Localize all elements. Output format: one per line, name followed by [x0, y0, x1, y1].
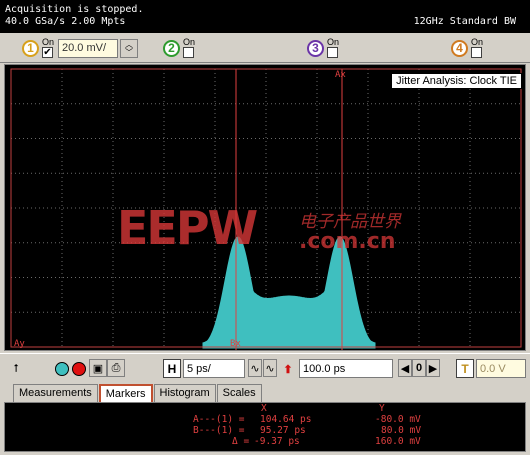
marker-ay-label: Ay — [14, 339, 25, 349]
eepw-watermark: EEPW 电子产品世界 .com.cn — [117, 201, 401, 255]
marker-a-label: A---(1) = — [193, 414, 245, 425]
tab-scales[interactable]: Scales — [216, 384, 262, 402]
channel-4-controls: 4 On — [451, 37, 483, 59]
acquisition-status: Acquisition is stopped. — [5, 4, 144, 15]
delay-zero-button[interactable]: 0 — [412, 359, 426, 377]
tab-markers[interactable]: Markers — [98, 384, 153, 402]
marker-b-label: B---(1) = — [193, 425, 245, 436]
tab-measurements[interactable]: Measurements — [13, 384, 98, 402]
channel-4-badge[interactable]: 4 — [451, 39, 468, 57]
tab-histogram[interactable]: Histogram — [153, 384, 216, 402]
markers-col-x: X — [261, 403, 267, 414]
channel-1-checkbox[interactable]: ✔ — [42, 47, 53, 58]
channel-1-scale-spinner[interactable]: ︿ ﹀ — [120, 38, 139, 58]
channel-1-scale-field[interactable]: 20.0 mV/ — [58, 38, 119, 58]
print-button[interactable]: ⎙ — [107, 359, 125, 377]
channel-2-badge[interactable]: 2 — [163, 39, 180, 57]
timebase-coarse-button[interactable]: ∿ — [263, 359, 277, 377]
run-icon — [55, 362, 69, 376]
marker-a-x: 104.64 ps — [260, 414, 312, 425]
trigger-level-field[interactable]: 0.0 V — [476, 359, 526, 378]
channel-bar: 1 On ✔ 20.0 mV/ ︿ ﹀ 2 On 3 On 4 On — [0, 33, 530, 63]
channel-2-controls: 2 On — [163, 37, 195, 59]
arrow-up-icon[interactable]: ⭡ — [10, 359, 22, 379]
waveform-display[interactable]: Ax Ay Bx Jitter Analysis: Clock TIE EEPW… — [4, 64, 526, 351]
waveform-graticule — [10, 68, 522, 350]
delay-right-button[interactable]: ▶ — [426, 359, 440, 377]
delay-left-button[interactable]: ◀ — [398, 359, 412, 377]
marker-delta-label: Δ = — [232, 436, 250, 447]
run-button[interactable] — [55, 359, 69, 379]
bandwidth-readout: 12GHz Standard BW — [413, 16, 516, 27]
marker-bx-label: Bx — [230, 339, 241, 349]
trigger-t-button[interactable]: T — [456, 359, 474, 378]
channel-3-controls: 3 On — [307, 37, 339, 59]
delay-field[interactable]: 100.0 ps — [299, 359, 393, 378]
marker-b-x: 95.27 ps — [260, 425, 306, 436]
marker-b-y: 80.0 mV — [381, 425, 422, 436]
channel-1-badge[interactable]: 1 — [22, 39, 39, 57]
horizontal-toolbar: ⭡ ▣ ⎙ H 5 ps/ ∿ ∿ ⬆ 100.0 ps ◀ 0 ▶ T 0.0… — [0, 353, 530, 383]
channel-1-on-toggle[interactable]: On ✔ — [42, 38, 54, 58]
channel-3-checkbox[interactable] — [327, 47, 338, 58]
marker-delta-x: -9.37 ps — [254, 436, 300, 447]
trigger-marker-icon: ⬆ — [283, 363, 293, 376]
stop-icon — [72, 362, 86, 376]
channel-4-on-toggle[interactable]: On — [471, 38, 483, 58]
channel-3-on-toggle[interactable]: On — [327, 38, 339, 58]
timebase-fine-button[interactable]: ∿ — [248, 359, 262, 377]
save-screen-button[interactable]: ▣ — [89, 359, 107, 377]
channel-2-on-toggle[interactable]: On — [183, 38, 195, 58]
camera-icon: ▣ — [92, 362, 104, 375]
bottom-tab-bar: Measurements Markers Histogram Scales — [13, 384, 263, 402]
channel-1-on-label: On — [42, 37, 55, 47]
channel-2-on-label: On — [183, 37, 196, 47]
watermark-logo: EEPW — [117, 201, 258, 255]
channel-1-controls: 1 On ✔ 20.0 mV/ ︿ ﹀ — [22, 37, 139, 59]
markers-panel: X Y A---(1) = 104.64 ps -80.0 mV B---(1)… — [4, 402, 526, 452]
timebase-field[interactable]: 5 ps/ — [183, 359, 245, 378]
acquisition-status-bar: Acquisition is stopped. 40.0 GSa/s 2.00 … — [0, 0, 530, 33]
watermark-url: .com.cn — [299, 229, 396, 254]
stop-button[interactable] — [72, 359, 86, 379]
marker-delta-y: 160.0 mV — [375, 436, 421, 447]
channel-2-checkbox[interactable] — [183, 47, 194, 58]
channel-4-checkbox[interactable] — [471, 47, 482, 58]
marker-ax-label: Ax — [335, 70, 346, 80]
marker-a-y: -80.0 mV — [375, 414, 421, 425]
channel-4-on-label: On — [471, 37, 484, 47]
horizontal-h-button[interactable]: H — [163, 359, 181, 378]
markers-col-y: Y — [379, 403, 385, 414]
jitter-analysis-label: Jitter Analysis: Clock TIE — [391, 73, 522, 89]
channel-3-badge[interactable]: 3 — [307, 39, 324, 57]
channel-3-on-label: On — [327, 37, 340, 47]
printer-icon: ⎙ — [111, 361, 121, 374]
